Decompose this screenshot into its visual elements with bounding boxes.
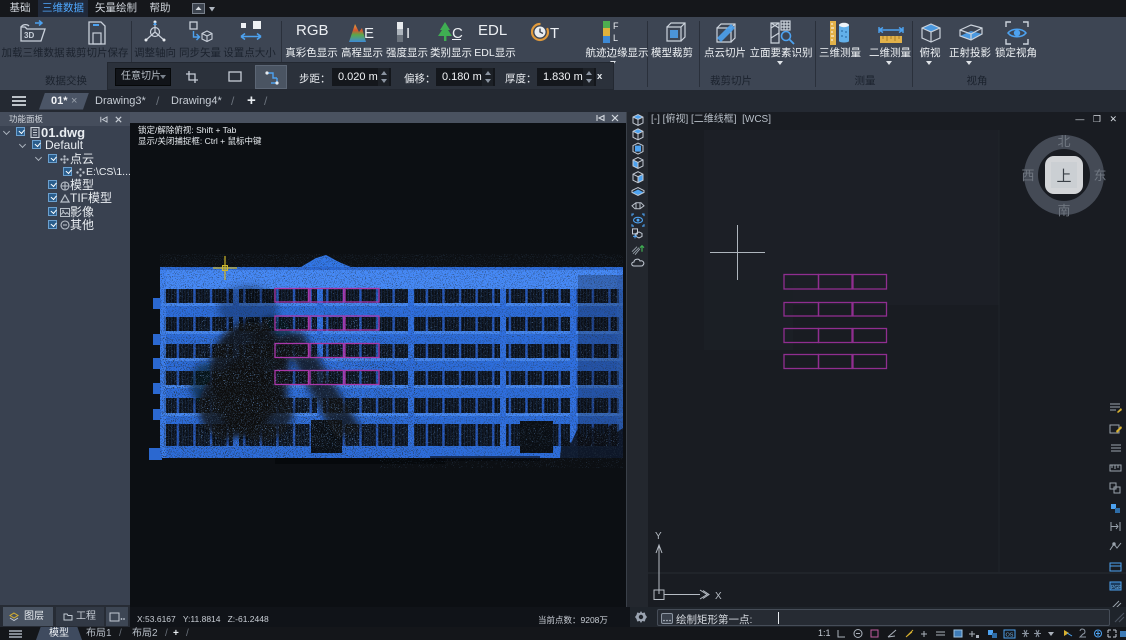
svg-text:X: X (715, 591, 722, 602)
svg-text:PGP: PGP (1111, 585, 1122, 591)
svg-text:EDL: EDL (478, 22, 507, 39)
svg-text:E: E (364, 25, 374, 42)
svg-text:东: 东 (1093, 168, 1106, 183)
svg-text:南: 南 (1057, 203, 1070, 218)
svg-text:西: 西 (1021, 168, 1034, 183)
svg-text:3D: 3D (24, 31, 34, 40)
svg-text:T: T (550, 25, 559, 42)
svg-text:OS: OS (1006, 633, 1014, 639)
svg-text:L: L (613, 33, 618, 43)
svg-text:北: 北 (1057, 134, 1070, 149)
svg-text:RGB: RGB (296, 22, 329, 39)
svg-text:Y: Y (655, 531, 662, 542)
svg-text:F: F (613, 21, 619, 31)
svg-text:上: 上 (1056, 168, 1071, 185)
svg-text:I: I (406, 25, 410, 42)
